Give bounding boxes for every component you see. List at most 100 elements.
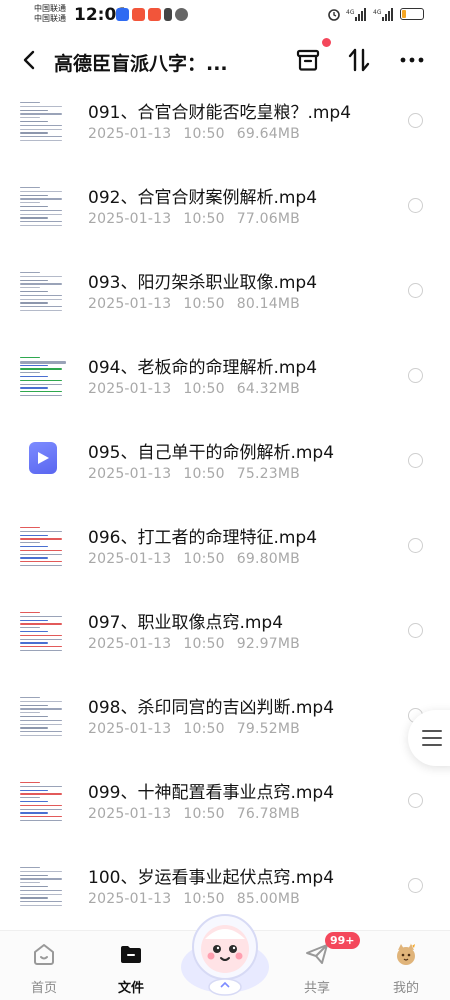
file-row[interactable]: 093、阳刃架杀职业取像.mp4 2025-01-13 10:50 80.14MB [0,260,450,345]
file-row[interactable]: 092、合官合财案例解析.mp4 2025-01-13 10:50 77.06MB [0,175,450,260]
file-meta: 2025-01-13 10:50 92.97MB [88,636,300,652]
file-date: 2025-01-13 [88,466,172,482]
file-size: 69.64MB [236,126,300,142]
nav-home-label: 首页 [30,981,57,996]
notification-icons [116,8,188,21]
wechat-icon [175,8,188,21]
alarm-icon [328,9,340,21]
home-icon [34,944,54,965]
svg-text:4G: 4G [373,9,382,16]
file-name: 091、合官合财能否吃皇粮？.mp4 [88,103,352,123]
sort-arrows-icon [348,48,370,72]
more-options-button[interactable] [398,46,426,74]
notification-dot [322,38,331,47]
file-name: 099、十神配置看事业点窍.mp4 [88,783,335,803]
system-icons: 4G 4G [327,7,424,21]
file-date: 2025-01-13 [88,381,172,397]
document-thumbnail-icon [20,525,66,569]
file-row[interactable]: 098、杀印同宫的吉凶判断.mp4 2025-01-13 10:50 79.52MB [0,685,450,770]
document-thumbnail-icon [20,865,66,909]
mascot-astronaut-icon [181,914,269,996]
document-thumbnail-icon [20,355,66,399]
battery-icon [400,8,424,20]
file-meta: 2025-01-13 10:50 69.64MB [88,126,300,142]
video-file-icon [29,442,57,474]
file-size: 64.32MB [236,381,300,397]
signal-icon: 4G [346,7,366,21]
select-radio[interactable] [408,368,423,383]
nav-files-label: 文件 [117,981,144,996]
file-time: 10:50 [183,551,225,567]
document-thumbnail-icon [20,610,66,654]
nav-mine-label: 我的 [392,981,419,996]
select-radio[interactable] [408,453,423,468]
file-time: 10:50 [183,126,225,142]
file-time: 10:50 [183,381,225,397]
carrier-labels: 中国联通 中国联通 [34,4,66,24]
status-bar: 中国联通 中国联通 12:01 4G 4G [0,0,450,30]
file-meta: 2025-01-13 10:50 64.32MB [88,381,300,397]
file-date: 2025-01-13 [88,806,172,822]
file-name: 098、杀印同宫的吉凶判断.mp4 [88,698,335,718]
file-size: 75.23MB [236,466,300,482]
file-row[interactable]: 097、职业取像点窍.mp4 2025-01-13 10:50 92.97MB [0,600,450,685]
file-date: 2025-01-13 [88,551,172,567]
battery-saver-icon [164,8,172,21]
select-radio[interactable] [408,793,423,808]
back-button[interactable] [18,48,42,72]
document-thumbnail-icon [20,695,66,739]
file-size: 77.06MB [236,211,300,227]
archive-button[interactable] [294,46,322,74]
file-size: 76.78MB [236,806,300,822]
file-meta: 2025-01-13 10:50 69.80MB [88,551,300,567]
file-row[interactable]: 095、自己单干的命例解析.mp4 2025-01-13 10:50 75.23MB [0,430,450,515]
chevron-left-icon [23,50,35,70]
file-name: 093、阳刃架杀职业取像.mp4 [88,273,318,293]
file-time: 10:50 [183,636,225,652]
file-date: 2025-01-13 [88,636,172,652]
file-meta: 2025-01-13 10:50 79.52MB [88,721,300,737]
more-dots-icon [400,57,424,63]
select-radio[interactable] [408,538,423,553]
nav-home[interactable]: 首页 [14,937,74,997]
file-list: 091、合官合财能否吃皇粮？.mp4 2025-01-13 10:50 69.64MB… [0,90,450,940]
select-radio[interactable] [408,623,423,638]
file-row[interactable]: 094、老板命的命理解析.mp4 2025-01-13 10:50 64.32MB [0,345,450,430]
folder-icon [121,946,141,963]
file-meta: 2025-01-13 10:50 75.23MB [88,466,300,482]
select-radio[interactable] [408,198,423,213]
select-radio[interactable] [408,113,423,128]
file-name: 097、职业取像点窍.mp4 [88,613,284,633]
file-row[interactable]: 096、打工者的命理特征.mp4 2025-01-13 10:50 69.80MB [0,515,450,600]
document-thumbnail-icon [20,100,66,144]
file-size: 80.14MB [236,296,300,312]
select-radio[interactable] [408,878,423,893]
nav-files[interactable]: 文件 [101,937,161,997]
app-notification-icon [116,8,129,21]
nav-mine[interactable]: 我的 [376,937,436,997]
app-notification-icon [132,8,145,21]
file-date: 2025-01-13 [88,296,172,312]
file-time: 10:50 [183,466,225,482]
select-radio[interactable] [408,283,423,298]
file-date: 2025-01-13 [88,891,172,907]
sort-button[interactable] [345,46,373,74]
file-size: 69.80MB [236,551,300,567]
mascot-center-button[interactable] [178,905,272,999]
app-notification-icon [148,8,161,21]
file-name: 096、打工者的命理特征.mp4 [88,528,318,548]
archive-box-icon [296,49,320,71]
battery-level [402,10,406,18]
file-name: 092、合官合财案例解析.mp4 [88,188,318,208]
signal-icon: 4G [373,7,393,21]
file-date: 2025-01-13 [88,211,172,227]
menu-lines-icon [422,730,442,746]
file-row[interactable]: 091、合官合财能否吃皇粮？.mp4 2025-01-13 10:50 69.64MB [0,90,450,175]
nav-share-label: 共享 [303,981,330,996]
file-time: 10:50 [183,806,225,822]
file-row[interactable]: 099、十神配置看事业点窍.mp4 2025-01-13 10:50 76.78MB [0,770,450,855]
file-time: 10:50 [183,211,225,227]
file-name: 100、岁运看事业起伏点窍.mp4 [88,868,335,888]
share-badge: 99+ [325,932,360,949]
file-meta: 2025-01-13 10:50 77.06MB [88,211,300,227]
